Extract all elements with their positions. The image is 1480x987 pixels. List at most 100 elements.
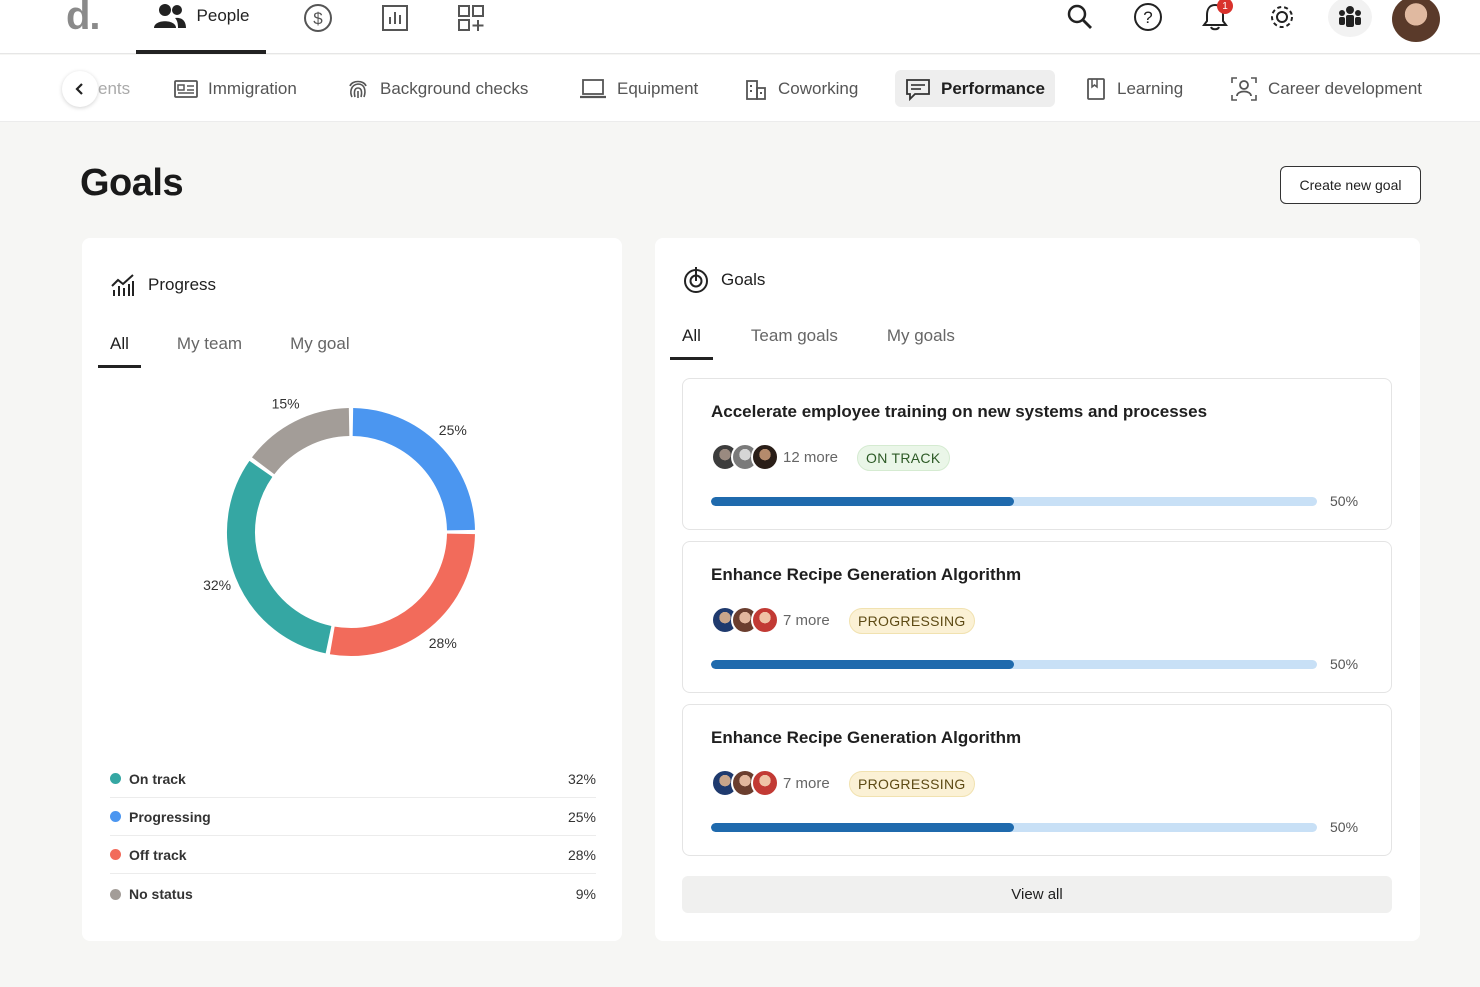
nav-reports[interactable] xyxy=(379,2,411,34)
nav-apps[interactable] xyxy=(455,2,487,34)
progress-tab-all[interactable]: All xyxy=(98,334,141,368)
legend-label: Progressing xyxy=(129,808,211,825)
laptop-icon xyxy=(580,78,606,98)
building-icon xyxy=(746,79,766,100)
progress-donut-chart: 25% 28% 32% 15% xyxy=(200,395,500,675)
progress-bar-fill xyxy=(711,497,1014,506)
legend-label: No status xyxy=(129,886,193,902)
subtab-label: Equipment xyxy=(617,78,699,98)
subtab-career-development[interactable]: Career development xyxy=(1220,70,1432,107)
goal-item[interactable]: Enhance Recipe Generation Algorithm 7 mo… xyxy=(682,541,1392,693)
help-icon: ? xyxy=(1134,3,1162,31)
legend-dot xyxy=(110,888,121,900)
target-icon xyxy=(684,267,708,293)
people-icon xyxy=(153,4,186,28)
legend-dot xyxy=(110,849,121,860)
goals-title: Goals xyxy=(721,270,766,289)
status-badge: ON TRACK xyxy=(857,445,950,471)
notifications-button[interactable]: 1 xyxy=(1199,0,1233,34)
legend-label: On track xyxy=(129,770,186,787)
fingerprint-icon xyxy=(349,80,367,98)
progress-bar xyxy=(711,497,1317,506)
create-new-goal-button[interactable]: Create new goal xyxy=(1280,166,1421,204)
goals-tab-my-goals[interactable]: My goals xyxy=(887,326,955,360)
page-title: Goals xyxy=(80,162,184,204)
chevron-left-icon xyxy=(75,83,83,95)
legend-dot xyxy=(110,773,121,784)
more-assignees: 12 more xyxy=(783,449,839,466)
chat-icon xyxy=(906,78,930,101)
goals-tab-team-goals[interactable]: Team goals xyxy=(751,326,838,360)
legend-row-off-track: Off track 28% xyxy=(110,836,596,874)
subtab-documents[interactable]: ents xyxy=(88,70,140,107)
notification-badge: 1 xyxy=(1217,0,1233,14)
org-button[interactable] xyxy=(1328,0,1372,37)
user-avatar[interactable] xyxy=(1392,0,1440,42)
avatar xyxy=(751,606,779,634)
donut-slice-off-track xyxy=(329,533,475,656)
subtab-performance[interactable]: Performance xyxy=(895,70,1055,107)
view-all-button[interactable]: View all xyxy=(682,876,1392,913)
legend-value: 25% xyxy=(567,808,596,825)
subtab-label: Learning xyxy=(1117,78,1184,98)
donut-slice-no-status xyxy=(251,408,350,475)
legend-row-no-status: No status 9% xyxy=(110,875,596,913)
progress-title: Progress xyxy=(148,275,217,294)
subtab-label: Performance xyxy=(941,78,1045,98)
legend-value: 28% xyxy=(567,846,596,863)
trend-chart-icon xyxy=(111,274,134,296)
progress-bar-fill xyxy=(711,660,1014,669)
svg-text:$: $ xyxy=(313,9,323,28)
goals-tab-all[interactable]: All xyxy=(670,326,713,360)
legend-row-progressing: Progressing 25% xyxy=(110,798,596,836)
donut-slice-progressing xyxy=(352,408,475,531)
goal-title: Accelerate employee training on new syst… xyxy=(711,402,1208,421)
apps-grid-icon xyxy=(458,5,484,31)
career-icon xyxy=(1231,76,1257,101)
donut-slice-on-track xyxy=(227,460,332,654)
sub-navigation: ents Immigration Background checks Equip… xyxy=(0,55,1480,122)
progress-bar xyxy=(711,823,1317,832)
search-button[interactable] xyxy=(1064,0,1096,34)
progress-tab-my-goal[interactable]: My goal xyxy=(290,334,350,368)
assignee-avatars xyxy=(711,443,779,471)
nav-people[interactable]: People xyxy=(136,0,266,54)
id-card-icon xyxy=(174,79,198,98)
search-icon xyxy=(1067,4,1092,29)
status-badge: PROGRESSING xyxy=(849,771,975,797)
nav-people-label: People xyxy=(196,6,250,25)
goal-item[interactable]: Enhance Recipe Generation Algorithm 7 mo… xyxy=(682,704,1392,856)
subtab-label: Background checks xyxy=(380,78,529,98)
progress-bar xyxy=(711,660,1317,669)
goal-item[interactable]: Accelerate employee training on new syst… xyxy=(682,378,1392,530)
donut-label: 25% xyxy=(439,422,467,438)
assignee-avatars xyxy=(711,606,779,634)
subtab-learning[interactable]: Learning xyxy=(1075,70,1193,107)
status-badge: PROGRESSING xyxy=(849,608,975,634)
progress-percent: 50% xyxy=(1330,819,1359,835)
progress-tab-my-team[interactable]: My team xyxy=(177,334,242,368)
gear-icon xyxy=(1271,6,1293,28)
subtab-equipment[interactable]: Equipment xyxy=(569,70,708,107)
legend-value: 32% xyxy=(567,770,596,787)
subtab-immigration[interactable]: Immigration xyxy=(164,70,307,107)
svg-text:?: ? xyxy=(1143,8,1152,27)
settings-button[interactable] xyxy=(1266,0,1298,34)
nav-payroll[interactable]: $ xyxy=(302,2,334,34)
goals-tabs: All Team goals My goals xyxy=(670,326,955,360)
goals-header: Goals xyxy=(683,266,765,294)
book-icon xyxy=(1087,77,1105,100)
dollar-icon: $ xyxy=(304,4,332,32)
avatar xyxy=(751,443,779,471)
team-icon xyxy=(1339,6,1361,27)
avatar xyxy=(751,769,779,797)
progress-percent: 50% xyxy=(1330,493,1359,509)
legend-value: 9% xyxy=(575,886,596,902)
subtab-background-checks[interactable]: Background checks xyxy=(336,70,538,107)
chart-icon xyxy=(382,5,408,31)
subtab-coworking[interactable]: Coworking xyxy=(734,70,868,107)
help-button[interactable]: ? xyxy=(1132,0,1164,34)
donut-chart-svg: 25% 28% 32% 15% xyxy=(203,396,475,656)
app-logo[interactable]: d. xyxy=(66,0,101,39)
assignee-avatars xyxy=(711,769,779,797)
